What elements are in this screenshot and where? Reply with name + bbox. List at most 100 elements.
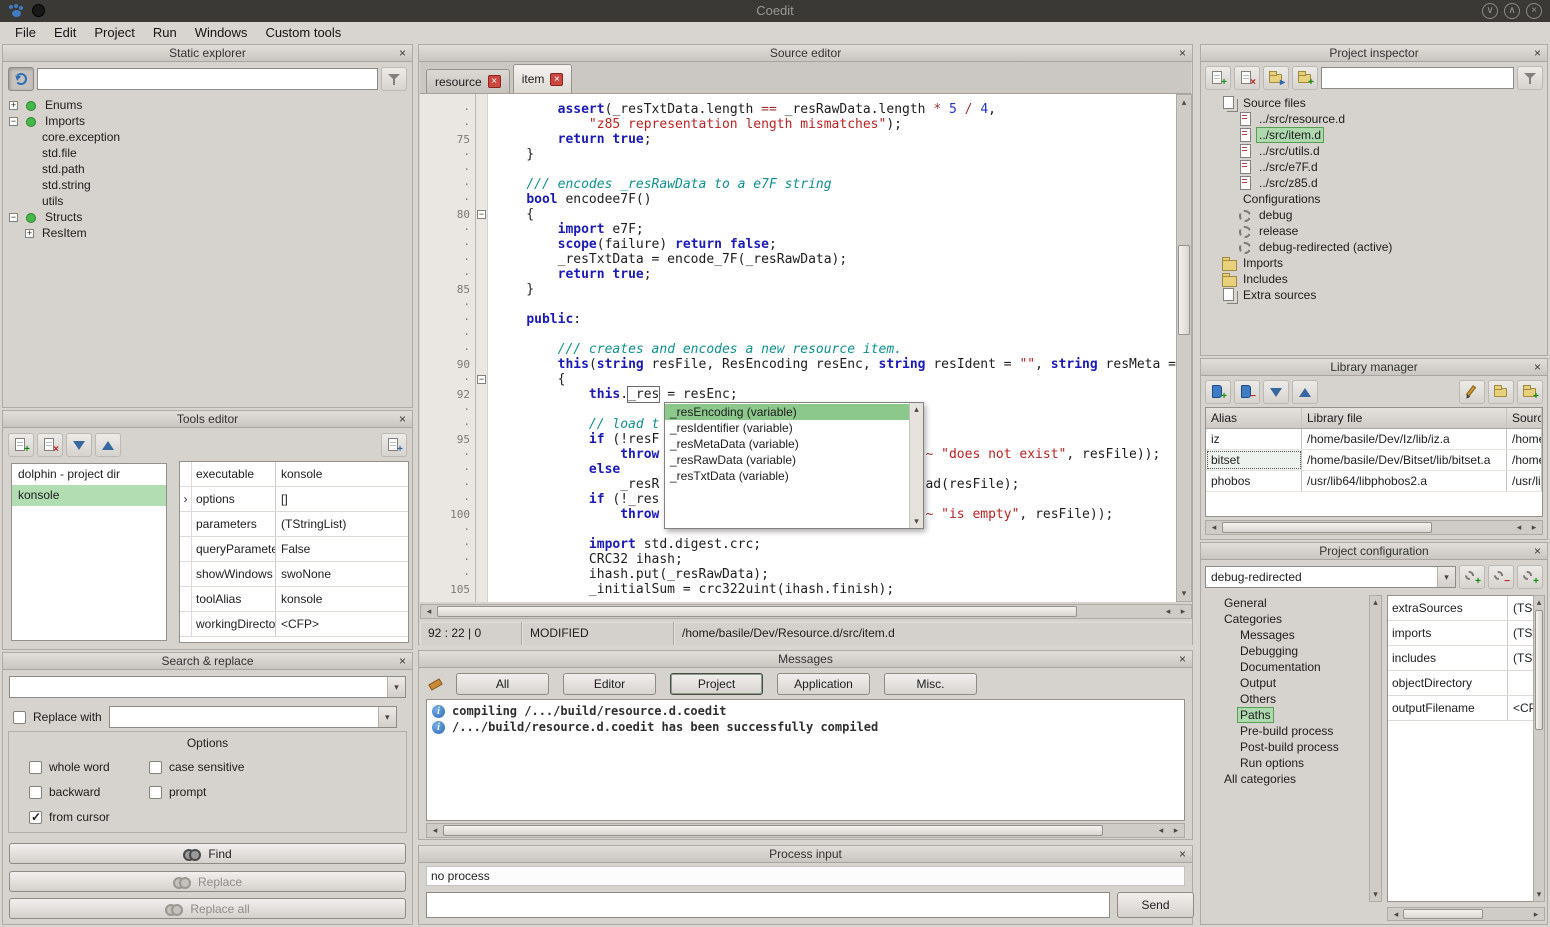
explorer-item-resitem[interactable]: +ResItem <box>7 225 408 241</box>
move-tool-up-button[interactable] <box>95 433 121 457</box>
add-folder-button[interactable]: + <box>1292 66 1318 90</box>
menu-item-edit[interactable]: Edit <box>45 23 85 42</box>
symbol-filter-input[interactable] <box>37 68 378 90</box>
menu-item-file[interactable]: File <box>6 23 45 42</box>
code-line[interactable]: _initialSum = crc322uint(ihash.finish); <box>495 582 1176 597</box>
explorer-item-std-path[interactable]: std.path <box>7 161 408 177</box>
inspector-item-src-item-d[interactable]: ../src/item.d <box>1205 127 1543 143</box>
scroll-right-icon[interactable]: ▸ <box>1176 605 1190 618</box>
chevron-down-icon[interactable]: ▾ <box>378 707 396 727</box>
tab-close-icon[interactable]: × <box>488 75 501 88</box>
properties-horizontal-scrollbar[interactable]: ◂ ▸ <box>1387 907 1545 921</box>
inspector-item-release[interactable]: release <box>1205 223 1543 239</box>
completion-item[interactable]: _resTxtData (variable) <box>665 468 909 484</box>
config-category-item-run-options[interactable]: Run options <box>1205 755 1369 771</box>
checkbox[interactable] <box>149 761 162 774</box>
library-horizontal-scrollbar[interactable]: ◂ ◂ ▸ <box>1205 520 1543 535</box>
editor-vertical-scrollbar[interactable]: ▴ ▾ <box>1176 94 1192 602</box>
option-prompt[interactable]: prompt <box>149 785 406 799</box>
close-icon[interactable]: × <box>396 654 409 668</box>
property-value[interactable]: <CPP> <box>1508 696 1534 720</box>
config-category-item-others[interactable]: Others <box>1205 691 1369 707</box>
process-input-field[interactable] <box>426 892 1110 918</box>
filter-editor[interactable]: Editor <box>563 673 656 695</box>
library-row-bitset[interactable]: bitset/home/basile/Dev/Bitset/lib/bitset… <box>1206 450 1542 471</box>
checkbox[interactable] <box>29 786 42 799</box>
code-line[interactable]: /// creates and encodes a new resource i… <box>495 342 1176 357</box>
add-configuration-button[interactable]: + <box>1459 565 1485 589</box>
completion-scrollbar[interactable]: ▴ ▾ <box>909 403 923 528</box>
property-row-objectdirectory[interactable]: objectDirectory <box>1388 671 1534 696</box>
send-button[interactable]: Send <box>1117 892 1194 918</box>
completion-item[interactable]: _resMetaData (variable) <box>665 436 909 452</box>
expand-icon[interactable]: + <box>9 101 18 110</box>
config-category-item-debugging[interactable]: Debugging <box>1205 643 1369 659</box>
inspector-item-includes[interactable]: Includes <box>1205 271 1543 287</box>
menu-item-project[interactable]: Project <box>85 23 143 42</box>
scrollbar-thumb[interactable] <box>437 606 1077 617</box>
close-icon[interactable]: × <box>396 412 409 426</box>
scroll-left-icon[interactable]: ◂ <box>422 605 436 618</box>
library-row-phobos[interactable]: phobos/usr/lib64/libphobos2.a/usr/lib64 <box>1206 471 1542 492</box>
property-row-executable[interactable]: executablekonsole <box>180 462 408 487</box>
inspector-item-source-files[interactable]: Source files <box>1205 95 1543 111</box>
column-header-sources[interactable]: Sources <box>1507 408 1542 428</box>
shade-icon[interactable]: ∨ <box>1482 3 1498 19</box>
property-row-includes[interactable]: includes(TStringList) <box>1388 646 1534 671</box>
property-value[interactable]: (TStringList) <box>276 512 408 536</box>
replace-term-combo[interactable]: ▾ <box>109 706 397 728</box>
code-line[interactable]: scope(failure) return false; <box>495 237 1176 252</box>
property-value[interactable]: <CFP> <box>276 612 408 636</box>
remove-source-button[interactable]: × <box>1234 66 1260 90</box>
tab-item[interactable]: item× <box>513 64 573 93</box>
scroll-up-icon[interactable]: ▴ <box>1177 96 1191 109</box>
close-icon[interactable]: × <box>1531 360 1544 374</box>
scroll-down-icon[interactable]: ▾ <box>1370 888 1381 901</box>
property-value[interactable]: (TStringList) <box>1508 596 1534 620</box>
code-line[interactable]: { <box>495 372 1176 387</box>
property-row-options[interactable]: ›options[] <box>180 487 408 512</box>
code-line[interactable] <box>495 297 1176 312</box>
property-value[interactable]: swoNone <box>276 562 408 586</box>
maximize-icon[interactable]: ∧ <box>1504 3 1520 19</box>
refresh-button[interactable] <box>8 67 34 91</box>
tab-close-icon[interactable]: × <box>550 73 563 86</box>
open-folder-button[interactable]: ▸ <box>1263 66 1289 90</box>
explorer-item-std-file[interactable]: std.file <box>7 145 408 161</box>
explorer-item-enums[interactable]: +Enums <box>7 97 408 113</box>
code-line[interactable]: this(string resFile, ResEncoding resEnc,… <box>495 357 1176 372</box>
scroll-down-icon[interactable]: ▾ <box>910 515 923 528</box>
scrollbar-thumb[interactable] <box>1403 909 1483 919</box>
scroll-right-icon[interactable]: ▸ <box>1169 824 1183 837</box>
property-row-showwindows[interactable]: showWindowsswoNone <box>180 562 408 587</box>
code-line[interactable]: /// encodes _resRawData to a e7F string <box>495 177 1176 192</box>
scroll-right-icon[interactable]: ▸ <box>1527 521 1541 534</box>
titlebar[interactable]: Coedit ∨ ∧ × <box>0 0 1550 22</box>
scroll-left-icon[interactable]: ◂ <box>428 824 442 837</box>
scroll-up-icon[interactable]: ▴ <box>910 403 923 416</box>
code-line[interactable]: bool encodee7F() <box>495 192 1176 207</box>
category-tree-scrollbar[interactable]: ▴ ▾ <box>1369 595 1382 902</box>
scroll-left-icon[interactable]: ◂ <box>1512 521 1526 534</box>
property-value[interactable]: (TStringList) <box>1508 621 1534 645</box>
inspector-item-imports[interactable]: Imports <box>1205 255 1543 271</box>
inspector-item-extra-sources[interactable]: Extra sources <box>1205 287 1543 303</box>
inspector-item-src-utils-d[interactable]: ../src/utils.d <box>1205 143 1543 159</box>
property-value[interactable]: konsole <box>276 587 408 611</box>
close-icon[interactable]: × <box>1526 3 1542 19</box>
column-header-library-file[interactable]: Library file <box>1302 408 1507 428</box>
option-whole-word[interactable]: whole word <box>29 760 145 774</box>
move-library-up-button[interactable] <box>1292 380 1318 404</box>
property-value[interactable]: False <box>276 537 408 561</box>
scroll-up-icon[interactable]: ▴ <box>1534 596 1544 609</box>
code-line[interactable]: "z85 representation length mismatches"); <box>495 117 1176 132</box>
message-row[interactable]: icompiling /.../build/resource.d.coedit <box>427 703 1184 719</box>
replace-with-checkbox[interactable] <box>13 711 26 724</box>
menu-item-custom-tools[interactable]: Custom tools <box>256 23 350 42</box>
filter-all[interactable]: All <box>456 673 549 695</box>
property-row-toolalias[interactable]: toolAliaskonsole <box>180 587 408 612</box>
explorer-item-imports[interactable]: −Imports <box>7 113 408 129</box>
remove-tool-button[interactable]: × <box>37 433 63 457</box>
scrollbar-thumb[interactable] <box>1178 245 1190 335</box>
fold-marker[interactable]: − <box>477 210 486 219</box>
